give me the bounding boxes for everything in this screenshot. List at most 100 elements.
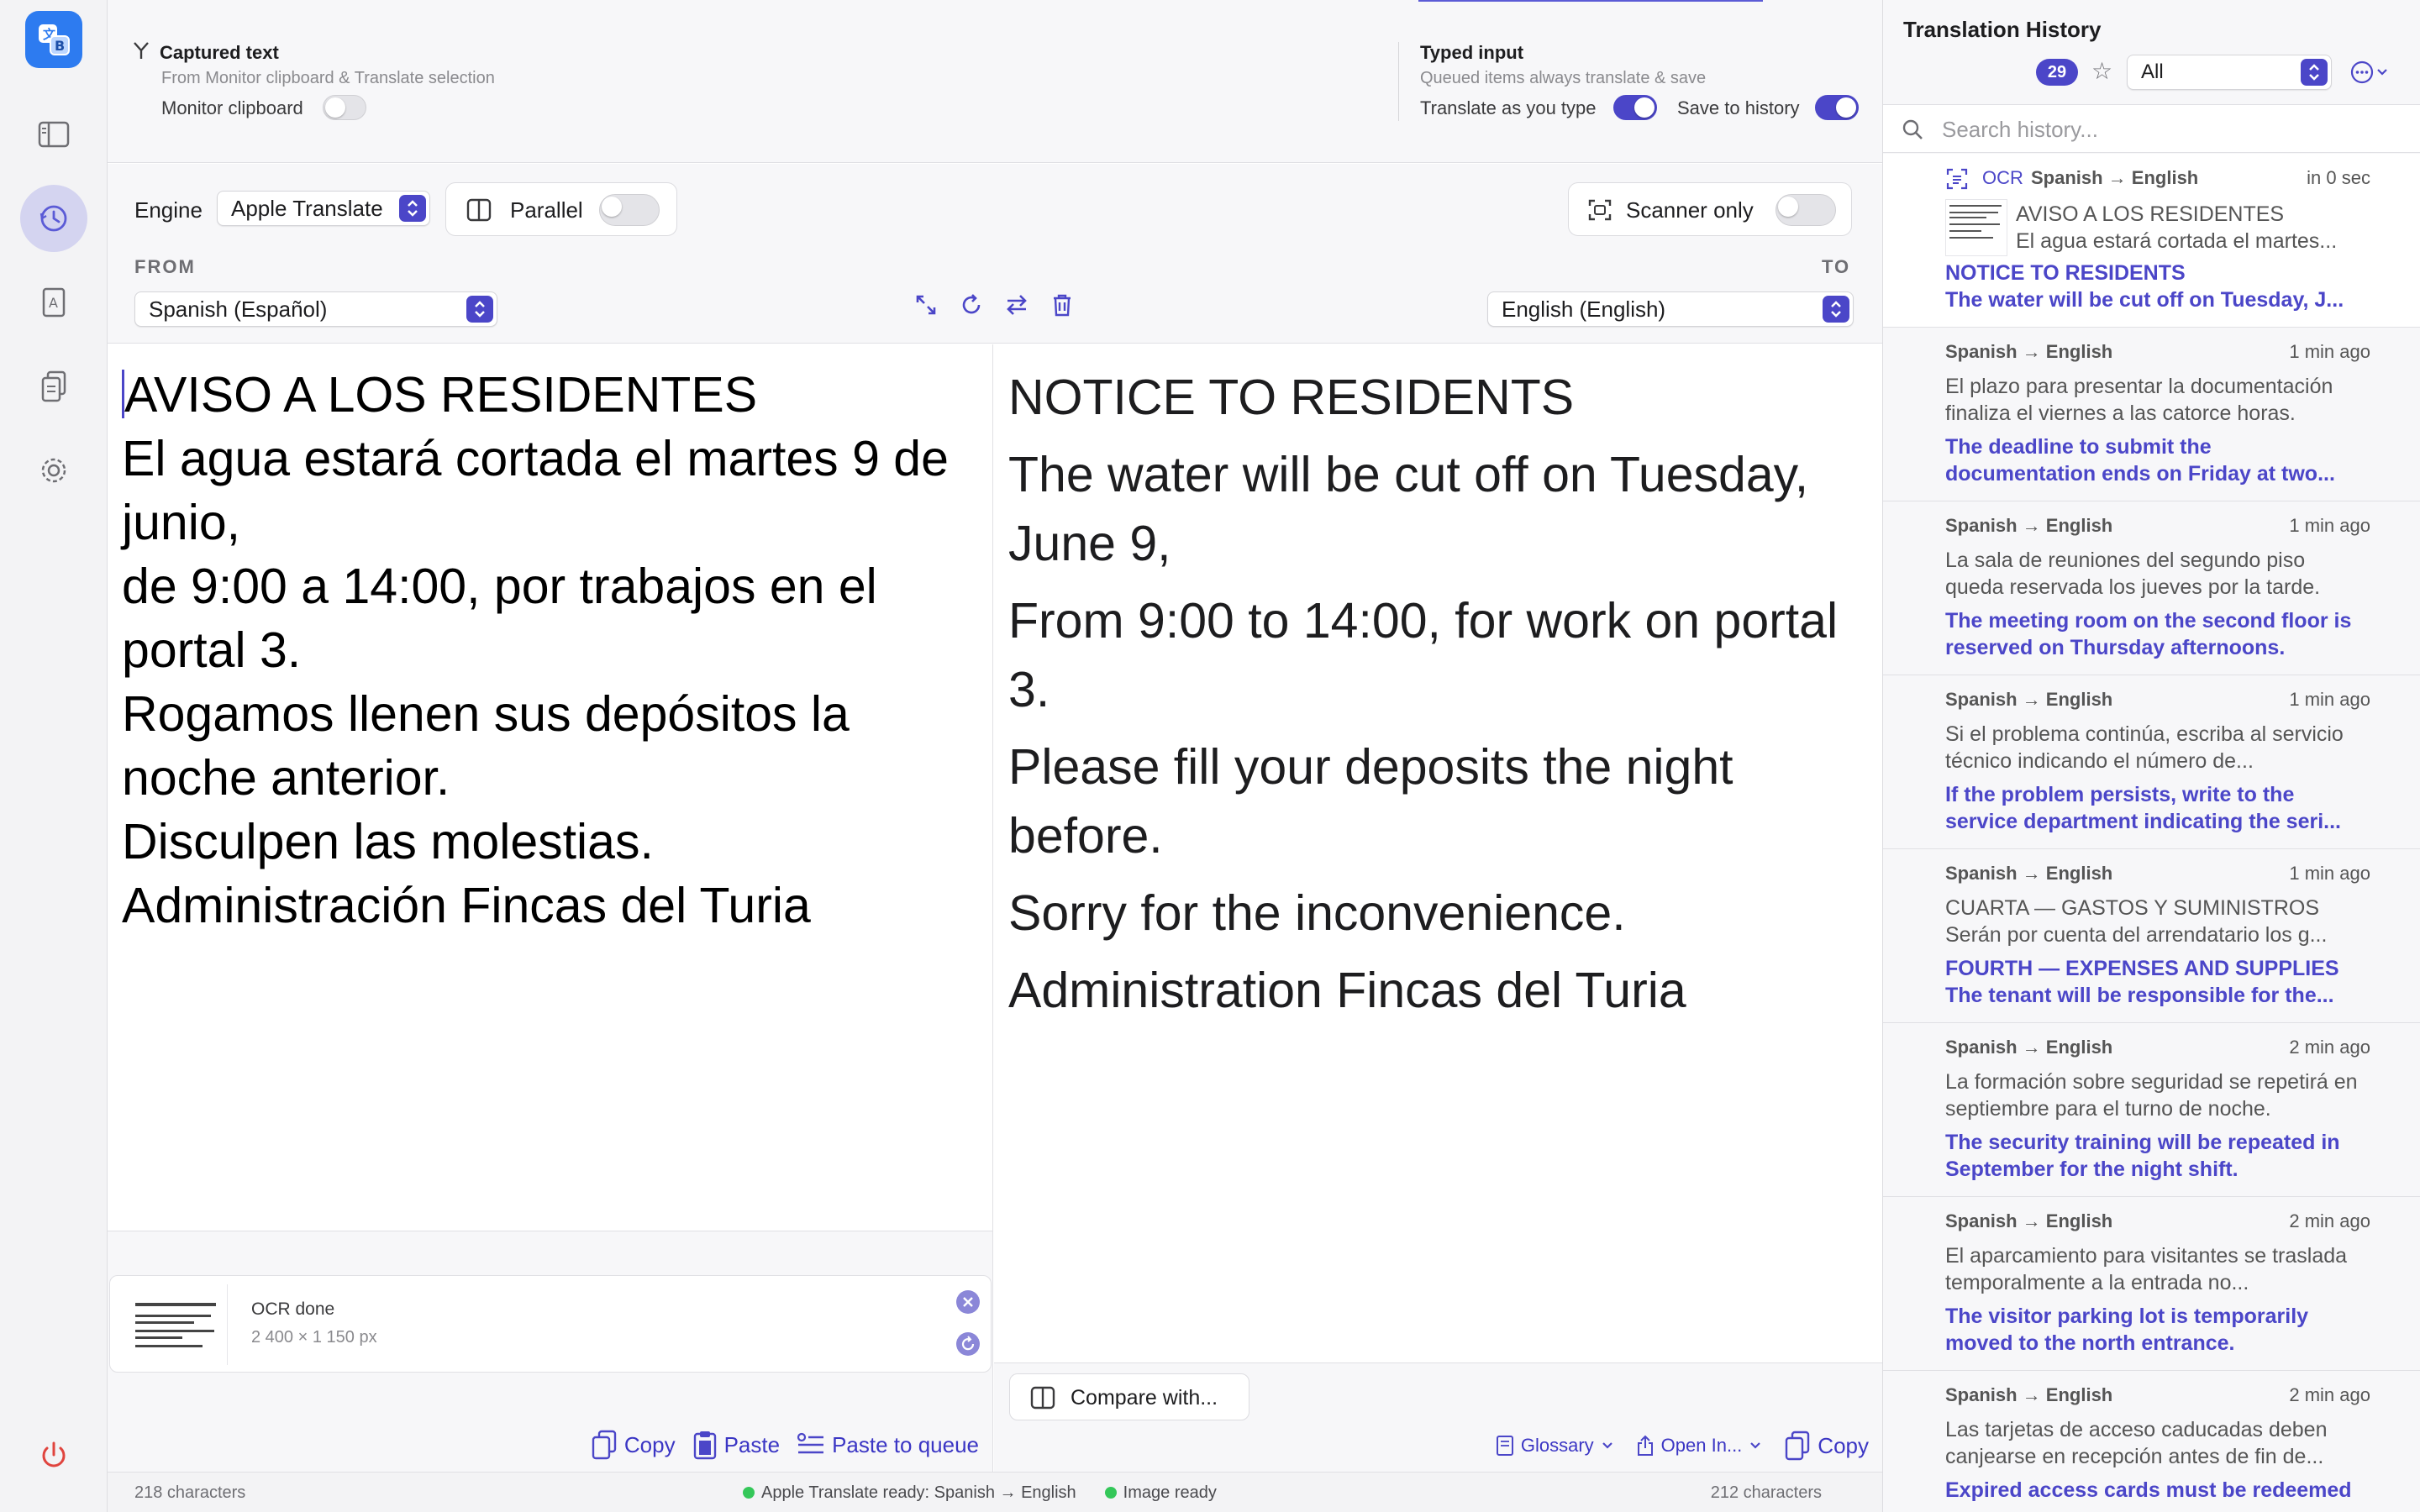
- history-translation: Expired access cards must be redeemed: [1945, 1478, 2352, 1502]
- history-filter-select[interactable]: All: [2127, 55, 2332, 90]
- source-line: El agua estará cortada el martes 9 de ju…: [122, 431, 949, 550]
- retry-icon[interactable]: [955, 1331, 981, 1357]
- paste-to-queue-label: Paste to queue: [832, 1431, 979, 1457]
- scanner-only-toggle[interactable]: [1776, 194, 1836, 226]
- history-nav-icon[interactable]: [20, 185, 87, 252]
- power-icon[interactable]: [37, 1438, 71, 1472]
- history-language-pair: Spanish → English: [1945, 689, 2113, 710]
- scanner-only-button[interactable]: Scanner only: [1568, 182, 1852, 236]
- engine-select[interactable]: Apple Translate: [217, 191, 430, 226]
- history-item[interactable]: Spanish → English 1 min ago El plazo par…: [1883, 328, 2420, 501]
- star-icon[interactable]: ☆: [2091, 57, 2112, 85]
- parallel-button[interactable]: Parallel: [445, 182, 677, 236]
- app-logo-icon[interactable]: 文 B: [25, 11, 82, 68]
- captured-text-title: Captured text: [160, 42, 279, 63]
- open-in-button[interactable]: Open In...: [1636, 1435, 1763, 1457]
- ocr-tag: OCR: [1982, 167, 2023, 188]
- accent-line: [1418, 0, 1763, 2]
- status-bar: 218 characters Apple Translate ready: Sp…: [108, 1472, 1882, 1512]
- target-text-pane[interactable]: NOTICE TO RESIDENTS The water will be cu…: [994, 344, 1882, 1362]
- monitor-clipboard-toggle[interactable]: [323, 95, 366, 120]
- captured-text-subtitle: From Monitor clipboard & Translate selec…: [161, 69, 495, 87]
- queue-icon: [797, 1432, 825, 1457]
- history-timestamp: 2 min ago: [2289, 1037, 2370, 1058]
- history-source-line: Serán por cuenta del arrendatario los g.…: [1945, 923, 2328, 947]
- history-source: Si el problema continúa, escriba al serv…: [1945, 722, 2344, 773]
- header-divider: [1398, 42, 1399, 121]
- paste-button[interactable]: Paste: [692, 1430, 780, 1460]
- target-line: Sorry for the inconvenience.: [1008, 885, 1626, 941]
- paste-to-queue-button[interactable]: Paste to queue: [797, 1432, 979, 1458]
- copy-icon: [1784, 1431, 1811, 1461]
- history-translation-line: The tenant will be responsible for the..…: [1945, 984, 2334, 1007]
- history-item[interactable]: OCR Spanish → English in 0 sec AVISO A L…: [1883, 154, 2420, 328]
- refresh-icon[interactable]: [958, 291, 985, 318]
- source-text-editor[interactable]: AVISO A LOS RESIDENTES El agua estará co…: [122, 363, 987, 937]
- history-translation: If the problem persists, write to the se…: [1945, 783, 2341, 833]
- save-to-history-toggle[interactable]: [1815, 95, 1859, 120]
- svg-text:B: B: [55, 38, 65, 54]
- history-source-line: AVISO A LOS RESIDENTES: [2016, 202, 2285, 226]
- history-source: La sala de reuniones del segundo piso qu…: [1945, 549, 2321, 599]
- history-timestamp: 1 min ago: [2289, 515, 2370, 536]
- from-label: FROM: [134, 256, 196, 277]
- source-line: Rogamos llenen sus depósitos la noche an…: [122, 686, 850, 806]
- dictionary-nav-icon[interactable]: A: [20, 269, 87, 336]
- target-line: Please fill your deposits the night befo…: [1008, 739, 1733, 864]
- paste-icon: [692, 1430, 718, 1460]
- documents-nav-icon[interactable]: [20, 353, 87, 420]
- sidebar-toggle-icon[interactable]: [20, 101, 87, 168]
- history-item[interactable]: Spanish → English 2 min ago El aparcamie…: [1883, 1197, 2420, 1371]
- swap-languages-icon[interactable]: [1003, 291, 1030, 318]
- ocr-image-card[interactable]: OCR done 2 400 × 1 150 px: [109, 1275, 992, 1373]
- target-line: From 9:00 to 14:00, for work on portal 3…: [1008, 593, 1839, 717]
- source-text-pane[interactable]: AVISO A LOS RESIDENTES El agua estará co…: [108, 344, 993, 1231]
- glossary-button[interactable]: Glossary: [1496, 1435, 1614, 1457]
- merge-icon: [131, 40, 151, 60]
- left-rail: 文 B A: [0, 0, 108, 1512]
- capture-header: Captured text From Monitor clipboard & T…: [108, 0, 1882, 163]
- ocr-thumbnail: [127, 1284, 228, 1365]
- history-timestamp: 2 min ago: [2289, 1384, 2370, 1405]
- copy-translation-button[interactable]: Copy: [1784, 1431, 1869, 1461]
- to-language-select[interactable]: English (English): [1487, 291, 1854, 327]
- history-thumbnail: [1945, 199, 2007, 256]
- history-list: OCR Spanish → English in 0 sec AVISO A L…: [1883, 154, 2420, 1512]
- compare-with-label: Compare with...: [1071, 1386, 1218, 1410]
- history-search-input[interactable]: [1942, 113, 2396, 145]
- history-translation: The meeting room on the second floor is …: [1945, 609, 2352, 659]
- copy-source-button[interactable]: Copy: [591, 1430, 676, 1460]
- image-status-text: Image ready: [1123, 1483, 1217, 1502]
- from-language-select[interactable]: Spanish (Español): [134, 291, 497, 327]
- source-char-count: 218 characters: [134, 1483, 246, 1502]
- parallel-toggle[interactable]: [599, 194, 660, 226]
- target-line: NOTICE TO RESIDENTS: [1008, 370, 1575, 425]
- history-item[interactable]: Spanish → English 1 min ago La sala de r…: [1883, 501, 2420, 675]
- history-item[interactable]: Spanish → English 1 min ago Si el proble…: [1883, 675, 2420, 849]
- trash-icon[interactable]: [1049, 291, 1076, 318]
- from-language-value: Spanish (Español): [149, 296, 328, 322]
- history-filter-value: All: [2141, 60, 2164, 83]
- copy-label: Copy: [1818, 1432, 1869, 1458]
- image-status: Image ready: [1104, 1483, 1217, 1503]
- history-translation: NOTICE TO RESIDENTS The water will be cu…: [1945, 260, 2365, 313]
- source-actions: Copy Paste Paste to queue: [591, 1430, 979, 1460]
- history-source: CUARTA — GASTOS Y SUMINISTROS Serán por …: [1945, 895, 2365, 948]
- close-icon[interactable]: [955, 1289, 981, 1315]
- history-item[interactable]: Spanish → English 1 min ago CUARTA — GAS…: [1883, 849, 2420, 1023]
- more-options-button[interactable]: [2350, 60, 2389, 84]
- expand-icon[interactable]: [913, 291, 939, 318]
- compare-with-button[interactable]: Compare with...: [1009, 1373, 1249, 1420]
- history-item[interactable]: Spanish → English 2 min ago La formación…: [1883, 1023, 2420, 1197]
- translation-output: NOTICE TO RESIDENTS The water will be cu…: [1008, 363, 1874, 1033]
- settings-gear-icon[interactable]: [20, 437, 87, 504]
- history-language-pair: Spanish → English: [1945, 1210, 2113, 1231]
- engine-select-value: Apple Translate: [231, 195, 383, 221]
- history-item[interactable]: Spanish → English 2 min ago Las tarjetas…: [1883, 1371, 2420, 1512]
- history-title: Translation History: [1903, 17, 2102, 42]
- to-label: TO: [1822, 256, 1851, 277]
- translate-as-you-type-toggle[interactable]: [1613, 95, 1657, 120]
- history-translation-line: The water will be cut off on Tuesday, J.…: [1945, 288, 2344, 312]
- target-line: Administration Fincas del Turia: [1008, 963, 1686, 1018]
- history-language-pair: Spanish → English: [1945, 341, 2113, 362]
